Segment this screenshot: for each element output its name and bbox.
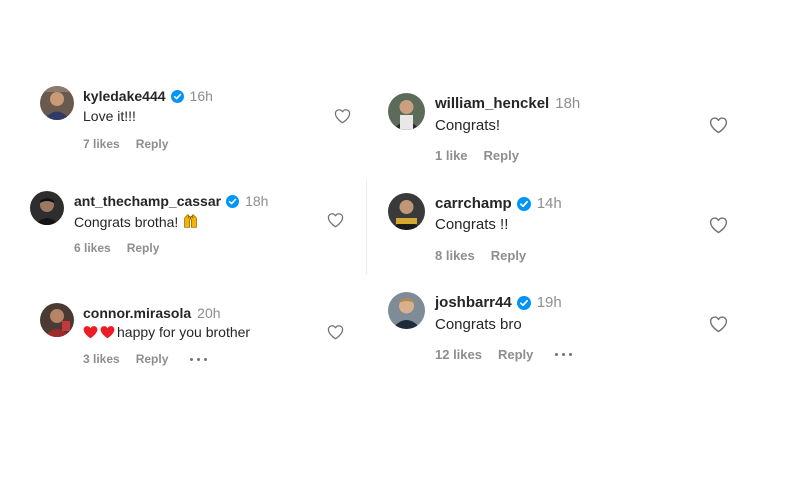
column-divider	[366, 180, 367, 275]
like-count[interactable]: 8 likes	[435, 248, 475, 263]
heart-outline-icon[interactable]	[334, 108, 351, 124]
comment-time: 18h	[555, 95, 581, 112]
comment-text: happy for you brother	[117, 324, 251, 340]
avatar[interactable]	[388, 93, 425, 130]
like-count[interactable]: 6 likes	[74, 241, 111, 255]
comment-username[interactable]: carrchamp	[435, 195, 512, 212]
verified-badge-icon	[170, 89, 184, 103]
heart-outline-icon[interactable]	[709, 315, 728, 333]
reply-button[interactable]: Reply	[491, 248, 526, 263]
comment-time: 14h	[536, 195, 562, 212]
heart-outline-icon[interactable]	[327, 324, 344, 340]
comment-time: 19h	[536, 294, 562, 311]
reply-button[interactable]: Reply	[127, 241, 160, 255]
red-heart-emoji	[83, 325, 115, 339]
comment-time: 18h	[245, 193, 269, 209]
reply-button[interactable]: Reply	[498, 347, 533, 362]
comment-username[interactable]: kyledake444	[83, 88, 166, 104]
comment-text: Congrats bro	[435, 316, 522, 333]
like-count[interactable]: 12 likes	[435, 347, 482, 362]
heart-outline-icon[interactable]	[709, 216, 728, 234]
verified-badge-icon	[226, 194, 240, 208]
comment-text: Congrats brotha!	[74, 214, 179, 230]
avatar[interactable]	[388, 193, 425, 230]
like-count[interactable]: 7 likes	[83, 137, 120, 151]
comment-text: Congrats !!	[435, 216, 509, 233]
comment-username[interactable]: joshbarr44	[435, 294, 512, 311]
avatar[interactable]	[30, 191, 64, 225]
avatar[interactable]	[40, 86, 74, 120]
raised-hands-emoji	[182, 212, 199, 232]
heart-outline-icon[interactable]	[709, 116, 728, 134]
heart-outline-icon[interactable]	[327, 212, 344, 228]
verified-badge-icon	[516, 295, 531, 310]
comment-username[interactable]: william_henckel	[435, 95, 549, 112]
comment-username[interactable]: ant_thechamp_cassar	[74, 193, 221, 209]
more-options-icon[interactable]	[190, 357, 208, 361]
reply-button[interactable]: Reply	[484, 148, 519, 163]
like-count[interactable]: 1 like	[435, 148, 468, 163]
comment-time: 16h	[189, 88, 213, 104]
avatar[interactable]	[40, 303, 74, 337]
verified-badge-icon	[516, 196, 531, 211]
comment-time: 20h	[197, 305, 221, 321]
comment-text: Congrats!	[435, 117, 501, 134]
more-options-icon[interactable]	[555, 353, 573, 356]
reply-button[interactable]: Reply	[136, 352, 169, 366]
comment-text: Love it!!!	[83, 108, 136, 124]
reply-button[interactable]: Reply	[136, 137, 169, 151]
avatar[interactable]	[388, 292, 425, 329]
comment-username[interactable]: connor.mirasola	[83, 305, 191, 321]
like-count[interactable]: 3 likes	[83, 352, 120, 366]
